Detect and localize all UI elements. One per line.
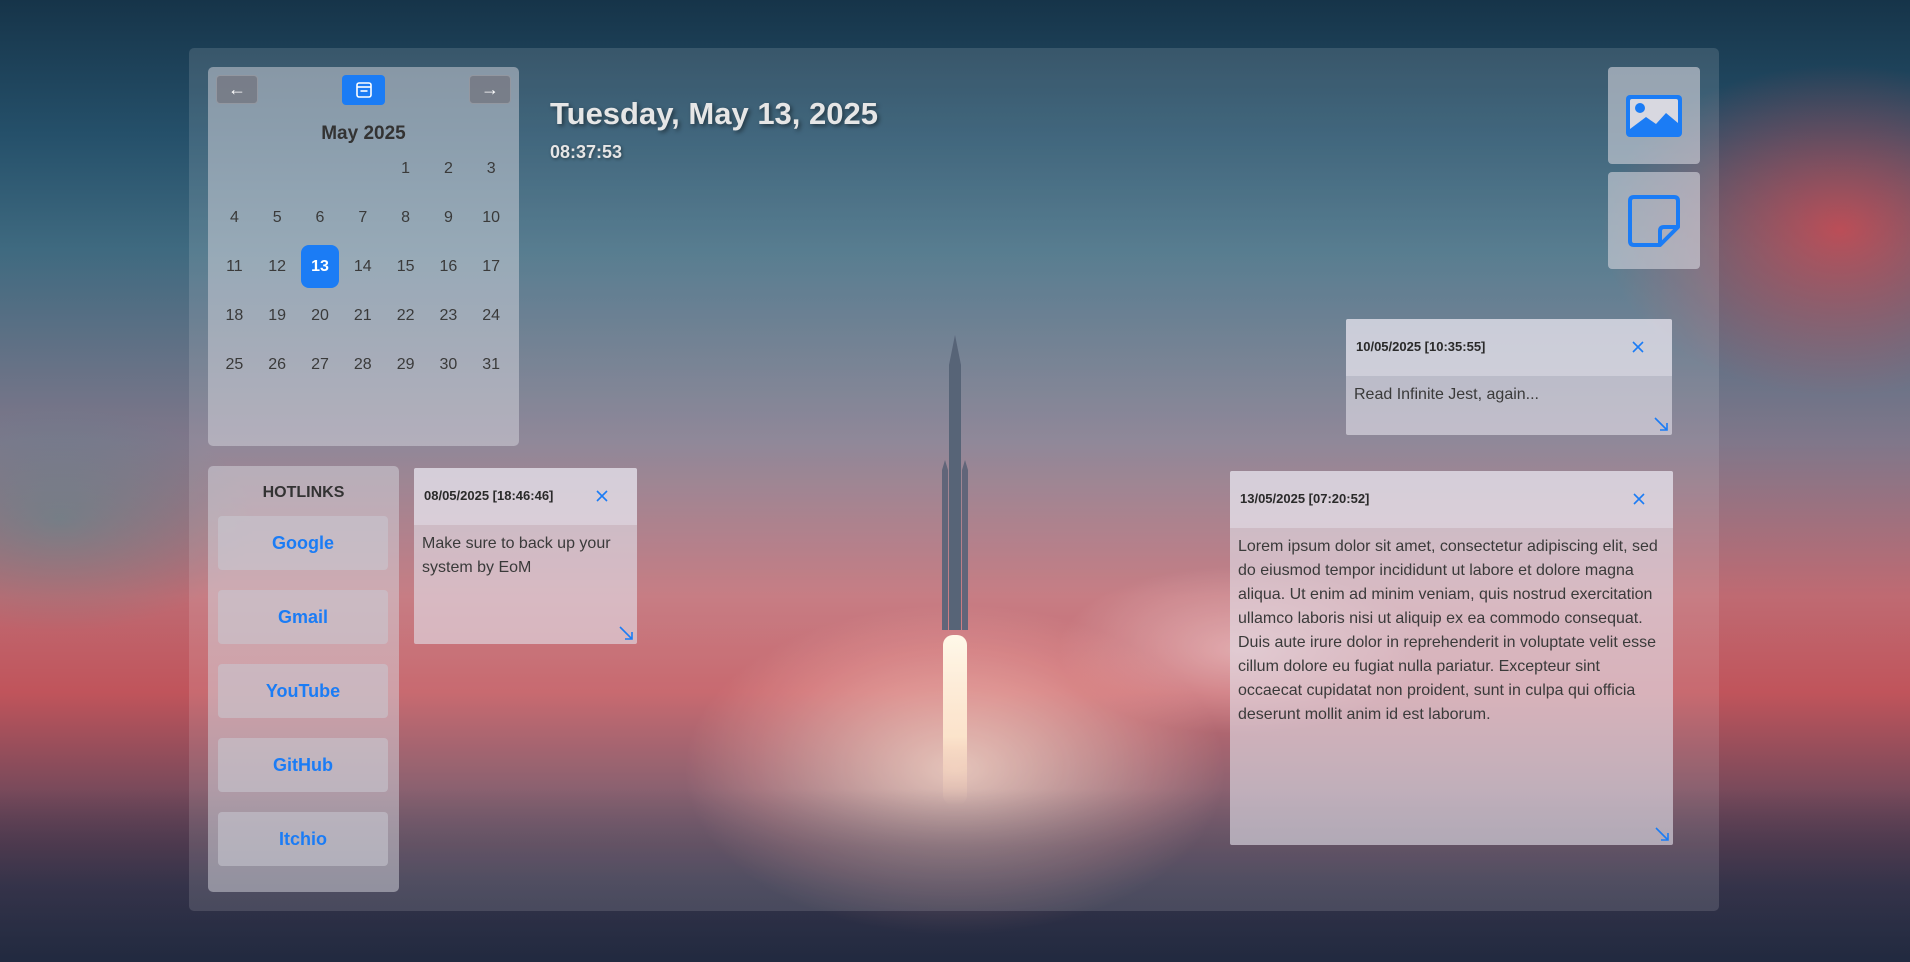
calendar-day[interactable]: 19 [258, 294, 296, 337]
calendar-day[interactable]: 7 [344, 196, 382, 239]
calendar-day[interactable]: 26 [258, 343, 296, 386]
resize-handle-icon[interactable] [1652, 415, 1670, 433]
close-icon [596, 490, 608, 502]
calendar-day[interactable]: 22 [387, 294, 425, 337]
note-text[interactable]: Read Infinite Jest, again... [1354, 383, 1662, 407]
calendar-today-button[interactable] [342, 75, 385, 105]
sticky-note[interactable]: 13/05/2025 [07:20:52] Lorem ipsum dolor … [1230, 471, 1673, 845]
calendar-day[interactable]: 29 [387, 343, 425, 386]
calendar-day[interactable]: 2 [429, 147, 467, 190]
sticky-note[interactable]: 08/05/2025 [18:46:46] Make sure to back … [414, 468, 637, 644]
calendar-day[interactable]: 23 [429, 294, 467, 337]
calendar-day[interactable]: 30 [429, 343, 467, 386]
image-icon [1626, 94, 1682, 137]
hotlink-youtube[interactable]: YouTube [218, 664, 388, 718]
calendar-widget: ← → May 2025 1 2 3 4 5 6 7 8 9 10 11 12 13 14 15 16 17 18… [208, 67, 519, 446]
arrow-right-icon: → [481, 79, 499, 99]
calendar-day[interactable]: 16 [429, 245, 467, 288]
calendar-day[interactable]: 12 [258, 245, 296, 288]
calendar-day[interactable]: 9 [429, 196, 467, 239]
hotlinks-title: HOTLINKS [262, 484, 345, 501]
current-date-heading: Tuesday, May 13, 2025 [550, 96, 878, 131]
calendar-day[interactable]: 10 [472, 196, 510, 239]
calendar-day[interactable]: 15 [387, 245, 425, 288]
calendar-prev-button[interactable]: ← [216, 75, 258, 104]
hotlink-itchio[interactable]: Itchio [218, 812, 388, 866]
calendar-day[interactable]: 25 [215, 343, 253, 386]
calendar-day[interactable]: 6 [301, 196, 339, 239]
calendar-day[interactable]: 3 [472, 147, 510, 190]
calendar-day[interactable]: 21 [344, 294, 382, 337]
note-timestamp: 08/05/2025 [18:46:46] [424, 488, 554, 503]
note-text[interactable]: Make sure to back up your system by EoM [422, 532, 627, 580]
calendar-day[interactable]: 18 [215, 294, 253, 337]
sticky-note-icon [1628, 194, 1680, 247]
calendar-day[interactable]: 24 [472, 294, 510, 337]
calendar-day[interactable]: 13 [301, 245, 339, 288]
resize-handle-icon[interactable] [1653, 825, 1671, 843]
calendar-day[interactable]: 28 [344, 343, 382, 386]
sticky-note[interactable]: 10/05/2025 [10:35:55] Read Infinite Jest… [1346, 319, 1672, 435]
note-timestamp: 13/05/2025 [07:20:52] [1240, 491, 1370, 506]
add-note-button[interactable] [1608, 172, 1700, 269]
arrow-left-icon: ← [228, 79, 246, 99]
note-text[interactable]: Lorem ipsum dolor sit amet, consectetur … [1238, 535, 1663, 727]
resize-handle-icon[interactable] [617, 624, 635, 642]
calendar-day[interactable]: 31 [472, 343, 510, 386]
calendar-day[interactable]: 8 [387, 196, 425, 239]
calendar-day[interactable]: 5 [258, 196, 296, 239]
note-close-button[interactable] [1629, 489, 1649, 509]
close-icon [1633, 493, 1645, 505]
close-icon [1632, 341, 1644, 353]
note-timestamp: 10/05/2025 [10:35:55] [1356, 339, 1486, 354]
calendar-day[interactable]: 14 [344, 245, 382, 288]
calendar-day[interactable]: 11 [215, 245, 253, 288]
calendar-day[interactable]: 27 [301, 343, 339, 386]
calendar-month-label: May 2025 [321, 123, 406, 144]
change-wallpaper-button[interactable] [1608, 67, 1700, 164]
calendar-day[interactable]: 1 [387, 147, 425, 190]
calendar-day[interactable]: 20 [301, 294, 339, 337]
hotlink-google[interactable]: Google [218, 516, 388, 570]
calendar-day[interactable]: 4 [215, 196, 253, 239]
calendar-icon [355, 82, 372, 98]
note-close-button[interactable] [1628, 337, 1648, 357]
current-time: 08:37:53 [550, 142, 623, 162]
hotlink-github[interactable]: GitHub [218, 738, 388, 792]
note-close-button[interactable] [592, 486, 612, 506]
hotlinks-panel: HOTLINKS Google Gmail YouTube GitHub Itc… [208, 466, 399, 892]
hotlink-gmail[interactable]: Gmail [218, 590, 388, 644]
calendar-day[interactable]: 17 [472, 245, 510, 288]
calendar-day-grid: 1 2 3 4 5 6 7 8 9 10 11 12 13 14 15 16 17 18 19 20 21 22 23 24 2… [213, 147, 513, 392]
calendar-next-button[interactable]: → [469, 75, 511, 104]
